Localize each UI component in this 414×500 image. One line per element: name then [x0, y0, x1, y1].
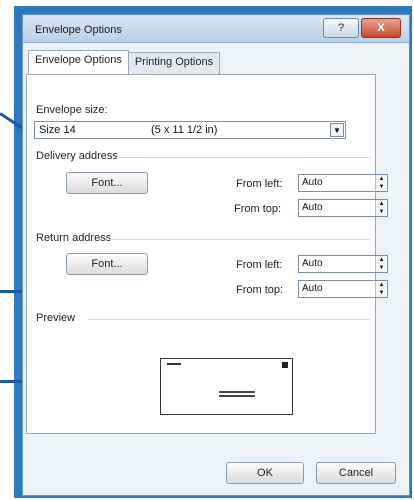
ok-button[interactable]: OK — [226, 462, 304, 484]
backdrop-line — [0, 290, 22, 293]
preview-return-address — [167, 363, 181, 365]
cancel-button[interactable]: Cancel — [316, 462, 396, 484]
group-divider — [88, 319, 370, 320]
preview-delivery-address — [219, 395, 255, 397]
group-divider — [112, 157, 370, 158]
delivery-from-top-spinner[interactable]: Auto ▲ ▼ — [298, 199, 388, 217]
delivery-from-left-label: From left: — [236, 178, 283, 190]
envelope-size-select[interactable]: Size 14 (5 x 11 1/2 in) ▼ — [34, 121, 346, 139]
spinner-arrows-icon[interactable]: ▲ ▼ — [375, 175, 387, 191]
dialog-title: Envelope Options — [35, 24, 122, 36]
title-bar: Envelope Options ? X — [23, 15, 409, 43]
preview-delivery-address — [219, 391, 255, 393]
return-from-top-value: Auto — [302, 283, 323, 294]
dropdown-arrow-icon[interactable]: ▼ — [330, 123, 344, 137]
tab-strip: Envelope Options Printing Options — [28, 50, 221, 74]
spinner-arrows-icon[interactable]: ▲ ▼ — [375, 281, 387, 297]
envelope-size-name: Size 14 — [39, 124, 76, 136]
delivery-address-heading: Delivery address — [36, 150, 118, 162]
return-address-heading: Return address — [36, 232, 112, 244]
return-from-left-spinner[interactable]: Auto ▲ ▼ — [298, 255, 388, 273]
tab-envelope-options[interactable]: Envelope Options — [28, 50, 129, 74]
delivery-from-left-spinner[interactable]: Auto ▲ ▼ — [298, 174, 388, 192]
return-from-top-spinner[interactable]: Auto ▲ ▼ — [298, 280, 388, 298]
return-from-top-label: From top: — [236, 284, 284, 296]
preview-stamp-icon — [282, 362, 288, 368]
title-buttons: ? X — [323, 18, 401, 38]
backdrop-line — [0, 380, 22, 383]
group-divider — [110, 239, 370, 240]
return-from-left-label: From left: — [236, 259, 283, 271]
tab-printing-options[interactable]: Printing Options — [127, 52, 221, 74]
help-button[interactable]: ? — [323, 18, 359, 38]
return-from-left-value: Auto — [302, 258, 323, 269]
delivery-from-top-value: Auto — [302, 202, 323, 213]
close-button[interactable]: X — [361, 18, 401, 38]
spinner-arrows-icon[interactable]: ▲ ▼ — [375, 200, 387, 216]
delivery-from-left-value: Auto — [302, 177, 323, 188]
envelope-size-label: Envelope size: — [36, 104, 108, 116]
envelope-size-dimensions: (5 x 11 1/2 in) — [151, 124, 218, 136]
spinner-arrows-icon[interactable]: ▲ ▼ — [375, 256, 387, 272]
delivery-from-top-label: From top: — [234, 203, 282, 215]
preview-heading: Preview — [36, 312, 76, 324]
return-font-button[interactable]: Font... — [66, 253, 148, 275]
delivery-font-button[interactable]: Font... — [66, 172, 148, 194]
envelope-preview[interactable] — [160, 358, 293, 415]
